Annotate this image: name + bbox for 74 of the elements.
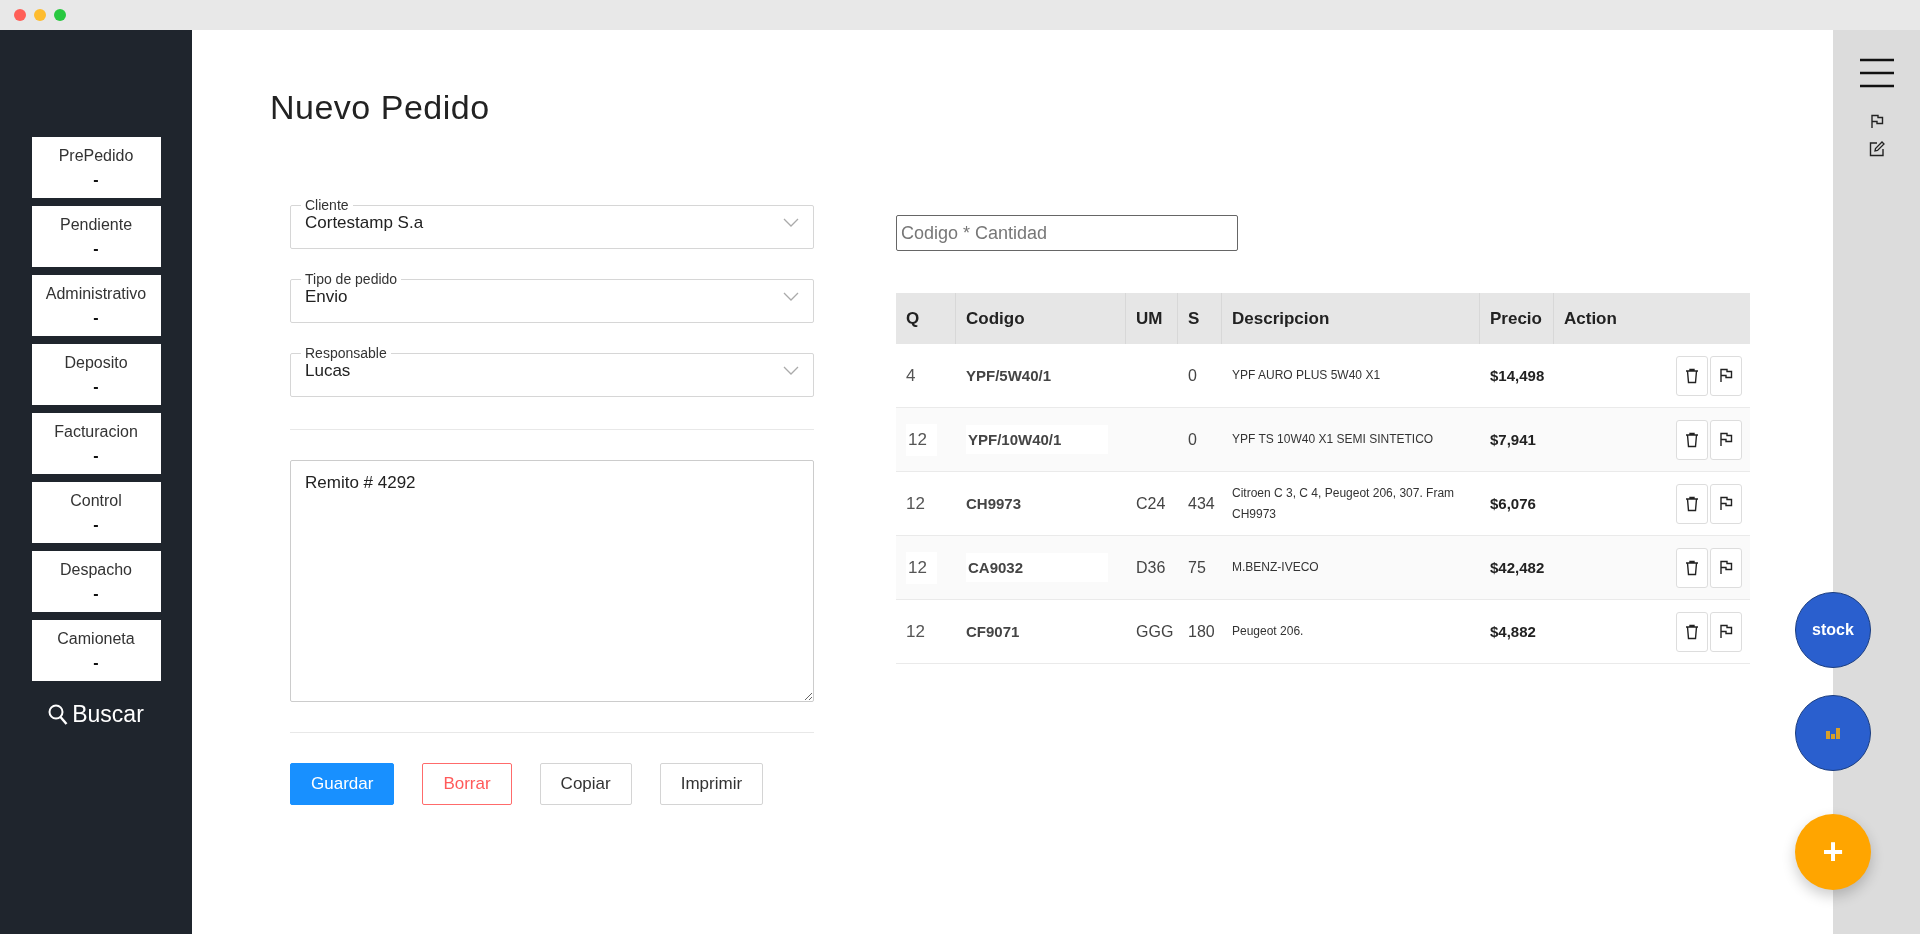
code-input[interactable]: Codigo * Cantidad xyxy=(896,215,1238,251)
table-cell-text: Peugeot 206. xyxy=(1232,623,1305,641)
bar-chart-icon xyxy=(1825,727,1841,739)
table-cell: 434 xyxy=(1188,494,1215,513)
delete-row-button[interactable] xyxy=(1676,419,1708,460)
search-icon xyxy=(48,703,69,726)
flag-row-button[interactable] xyxy=(1710,355,1742,396)
table-cell: $14,498 xyxy=(1490,367,1545,384)
flag-icon xyxy=(1719,624,1733,639)
status-button[interactable]: Control - xyxy=(31,482,161,543)
table-cell: GGG xyxy=(1136,622,1174,641)
chevron-down-icon xyxy=(783,218,799,228)
table-cell: 0 xyxy=(1188,366,1197,385)
table-cell: $4,882 xyxy=(1490,623,1536,640)
select-field[interactable]: Cliente Cortestamp S.a xyxy=(290,197,814,249)
table-cell: $42,482 xyxy=(1490,559,1545,576)
code-field[interactable]: YPF/10W40/1 xyxy=(966,425,1108,454)
trash-icon xyxy=(1685,495,1699,512)
table-cell: $6,076 xyxy=(1490,495,1536,512)
status-button[interactable]: Pendiente - xyxy=(31,206,161,267)
table-cell: 12 xyxy=(906,621,925,642)
table-cell: CH9973 xyxy=(966,495,1022,512)
trash-icon xyxy=(1685,559,1699,576)
table-cell: D36 xyxy=(1136,558,1166,577)
table-cell: CF9071 xyxy=(966,623,1020,640)
flag-row-button[interactable] xyxy=(1710,483,1742,524)
chevron-down-icon xyxy=(783,366,799,376)
menu-icon[interactable] xyxy=(1859,58,1894,88)
flag-icon xyxy=(1719,432,1733,447)
select-field[interactable]: Responsable Lucas xyxy=(290,345,814,397)
trash-icon xyxy=(1685,431,1699,448)
notes-field[interactable]: Remito # 4292 xyxy=(290,460,814,702)
chevron-down-icon xyxy=(783,292,799,302)
status-button[interactable]: Facturacion - xyxy=(31,413,161,474)
status-button[interactable]: Administrativo - xyxy=(31,275,161,336)
table-cell: YPF/5W40/1 xyxy=(966,367,1052,384)
select-field[interactable]: Tipo de pedido Envio xyxy=(290,271,814,323)
quantity-field[interactable]: 12 xyxy=(906,551,937,584)
flag-row-button[interactable] xyxy=(1710,611,1742,652)
delete-row-button[interactable] xyxy=(1676,355,1708,396)
flag-row-button[interactable] xyxy=(1710,547,1742,588)
status-button[interactable]: Camioneta - xyxy=(31,620,161,681)
page-title: Nuevo Pedido xyxy=(270,88,491,127)
code-field[interactable]: CA9032 xyxy=(966,553,1108,582)
delete-row-button[interactable] xyxy=(1676,483,1708,524)
status-button[interactable]: Despacho - xyxy=(31,551,161,612)
quantity-field[interactable]: 12 xyxy=(906,423,937,456)
flag-icon xyxy=(1869,114,1884,129)
delete-row-button[interactable] xyxy=(1676,611,1708,652)
table-cell-text: YPF TS 10W40 X1 SEMI SINTETICO xyxy=(1232,431,1435,449)
table-cell: $7,941 xyxy=(1490,431,1536,448)
trash-icon xyxy=(1685,367,1699,384)
action-button[interactable]: Copiar xyxy=(539,763,632,805)
flag-icon xyxy=(1719,368,1733,383)
flag-icon xyxy=(1719,560,1733,575)
trash-icon xyxy=(1685,623,1699,640)
table-cell: 12 xyxy=(906,493,925,514)
column-header: Action xyxy=(1563,307,1618,330)
status-button[interactable]: Deposito - xyxy=(31,344,161,405)
flag-row-button[interactable] xyxy=(1710,419,1742,460)
table-cell-text: YPF AURO PLUS 5W40 X1 xyxy=(1232,367,1382,385)
search-link[interactable]: Buscar xyxy=(48,701,144,728)
table-cell: 75 xyxy=(1188,558,1206,577)
table-cell: 4 xyxy=(906,365,916,386)
table-cell: 0 xyxy=(1188,430,1197,449)
flag-icon xyxy=(1719,496,1733,511)
edit-icon[interactable] xyxy=(1868,141,1885,157)
delete-row-button[interactable] xyxy=(1676,547,1708,588)
table-cell: C24 xyxy=(1136,494,1166,513)
status-button[interactable]: PrePedido - xyxy=(31,137,161,198)
action-button[interactable]: Imprimir xyxy=(659,763,764,805)
table-cell-text: M.BENZ-IVECO xyxy=(1232,559,1320,577)
table-cell-text: Citroen C 3, C 4, Peugeot 206, 307. Fram CH9973 xyxy=(1232,485,1456,523)
table-cell: 180 xyxy=(1188,622,1215,641)
